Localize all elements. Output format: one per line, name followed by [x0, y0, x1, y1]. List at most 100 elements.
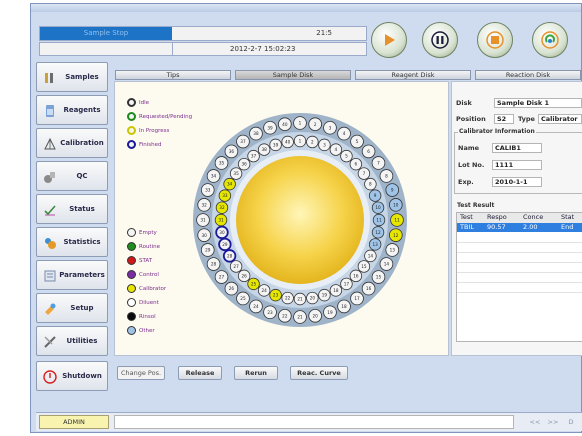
change-position-button[interactable]: Change Pos. [117, 366, 165, 380]
play-icon [385, 34, 395, 46]
run-status: Sample Stop [40, 27, 172, 40]
utilities-icon [44, 336, 56, 348]
disk-position-number: 5 [345, 154, 348, 159]
sidebar-item-label: Samples [65, 73, 99, 81]
calibration-icon [44, 137, 56, 150]
play-button[interactable] [371, 22, 407, 58]
sidebar-item-setup[interactable]: Setup [36, 293, 108, 323]
disk-position-number: 16 [353, 273, 359, 278]
disk-position-number: 24 [261, 288, 267, 293]
last-page-button[interactable]: D [564, 415, 578, 429]
disk-position-number: 18 [341, 304, 347, 309]
sample-disk[interactable]: 1 234567891011121314151617181920212223242… [190, 110, 410, 330]
prev-page-button[interactable]: << [528, 415, 542, 429]
sidebar-item-statistics[interactable]: Statistics [36, 227, 108, 257]
exp-field[interactable]: 2010-1-1 [492, 177, 542, 187]
disk-position-number: 11 [394, 218, 400, 223]
sidebar-item-status[interactable]: Status [36, 194, 108, 224]
disk-position-number: 36 [241, 162, 247, 167]
sidebar-item-label: Parameters [59, 271, 105, 279]
sidebar-item-shutdown[interactable]: Shutdown [36, 361, 108, 391]
legend-label: STAT [139, 258, 153, 264]
stop-icon [486, 31, 504, 49]
lot-field[interactable]: 1111 [492, 160, 542, 170]
disk-position-number: 30 [202, 233, 208, 238]
disk-position-number: 25 [240, 296, 246, 301]
disk-position-number: 35 [219, 161, 225, 166]
disk-position-number: 25 [251, 282, 257, 287]
disk-position-number: 28 [211, 262, 217, 267]
qc-icon [44, 172, 55, 183]
disk-position-number: 23 [267, 310, 273, 315]
disk-position-number: 21 [297, 297, 303, 302]
sidebar-item-samples[interactable]: Samples [36, 62, 108, 92]
disk-position-number: 3 [323, 142, 326, 147]
disk-position-number: 39 [273, 142, 279, 147]
tab-reaction-disk[interactable]: Reaction Disk [475, 70, 581, 80]
pause-button[interactable] [422, 22, 458, 58]
disk-label: Disk [456, 99, 472, 107]
pause-icon [431, 31, 449, 49]
disk-position-number: 34 [227, 182, 233, 187]
legend-label: Routine [139, 244, 160, 250]
sidebar-item-utilities[interactable]: Utilities [36, 326, 108, 356]
disk-position-number: 31 [200, 218, 206, 223]
legend-requested-dot [127, 112, 136, 121]
name-field[interactable]: CALIB1 [492, 143, 542, 153]
legend-label: Calibrator [139, 286, 167, 292]
legend-idle-dot [127, 98, 136, 107]
statistics-icon [45, 238, 56, 249]
table-row[interactable]: TBIL 90.57 2.00 End [457, 223, 582, 232]
shutdown-icon [43, 370, 57, 384]
divider [457, 292, 582, 293]
position-label: Position [456, 115, 486, 123]
sidebar-item-calibration[interactable]: Calibration [36, 128, 108, 158]
disk-position-number: 11 [376, 218, 382, 223]
disk-position-number: 32 [202, 202, 208, 207]
sidebar-item-label: Status [69, 205, 95, 213]
disk-position-number: 34 [211, 174, 217, 179]
disk-position-number: 37 [251, 154, 257, 159]
sidebar-item-qc[interactable]: QC [36, 161, 108, 191]
disk-position-number: 33 [222, 193, 228, 198]
type-field[interactable]: Calibrator [538, 114, 582, 124]
reaction-curve-button[interactable]: Reac. Curve [290, 366, 348, 380]
column-header: Respo [487, 213, 507, 221]
disk-field[interactable]: Sample Disk 1 [494, 98, 582, 108]
tab-sample-disk[interactable]: Sample Disk [235, 70, 351, 80]
type-label: Type [518, 115, 535, 123]
divider [457, 242, 582, 243]
tab-tips[interactable]: Tips [115, 70, 231, 80]
refresh-icon [541, 31, 559, 49]
disk-position-number: 14 [384, 262, 390, 267]
disk-position-number: 29 [222, 242, 228, 247]
sidebar-item-parameters[interactable]: Parameters [36, 260, 108, 290]
sidebar-item-reagents[interactable]: Reagents [36, 95, 108, 125]
rerun-button[interactable]: Rerun [234, 366, 278, 380]
tab-reagent-disk[interactable]: Reagent Disk [355, 70, 471, 80]
status-bar: Sample Stop 21:5 [39, 26, 367, 41]
legend-routine-dot [127, 242, 136, 251]
disk-position-number: 32 [219, 205, 225, 210]
divider [457, 282, 582, 283]
disk-position-number: 17 [344, 282, 350, 287]
stop-button[interactable] [477, 22, 513, 58]
setup-icon [45, 303, 56, 315]
disk-position-number: 39 [267, 125, 273, 130]
next-page-button[interactable]: >> [546, 415, 560, 429]
column-header: Test [460, 213, 473, 221]
disk-position-number: 8 [385, 174, 388, 179]
disk-position-number: 21 [297, 315, 303, 320]
disk-position-number: 9 [391, 188, 394, 193]
divider [172, 43, 173, 55]
disk-position-number: 8 [369, 182, 372, 187]
disk-position-number: 10 [375, 205, 381, 210]
legend-empty-dot [127, 228, 136, 237]
legend-control-dot [127, 270, 136, 279]
refresh-button[interactable] [532, 22, 568, 58]
position-field[interactable]: S2 [494, 114, 514, 124]
test-result-title: Test Result [456, 202, 496, 209]
legend-label: Idle [139, 100, 150, 106]
column-header: Stat [561, 213, 575, 221]
release-button[interactable]: Release [178, 366, 222, 380]
